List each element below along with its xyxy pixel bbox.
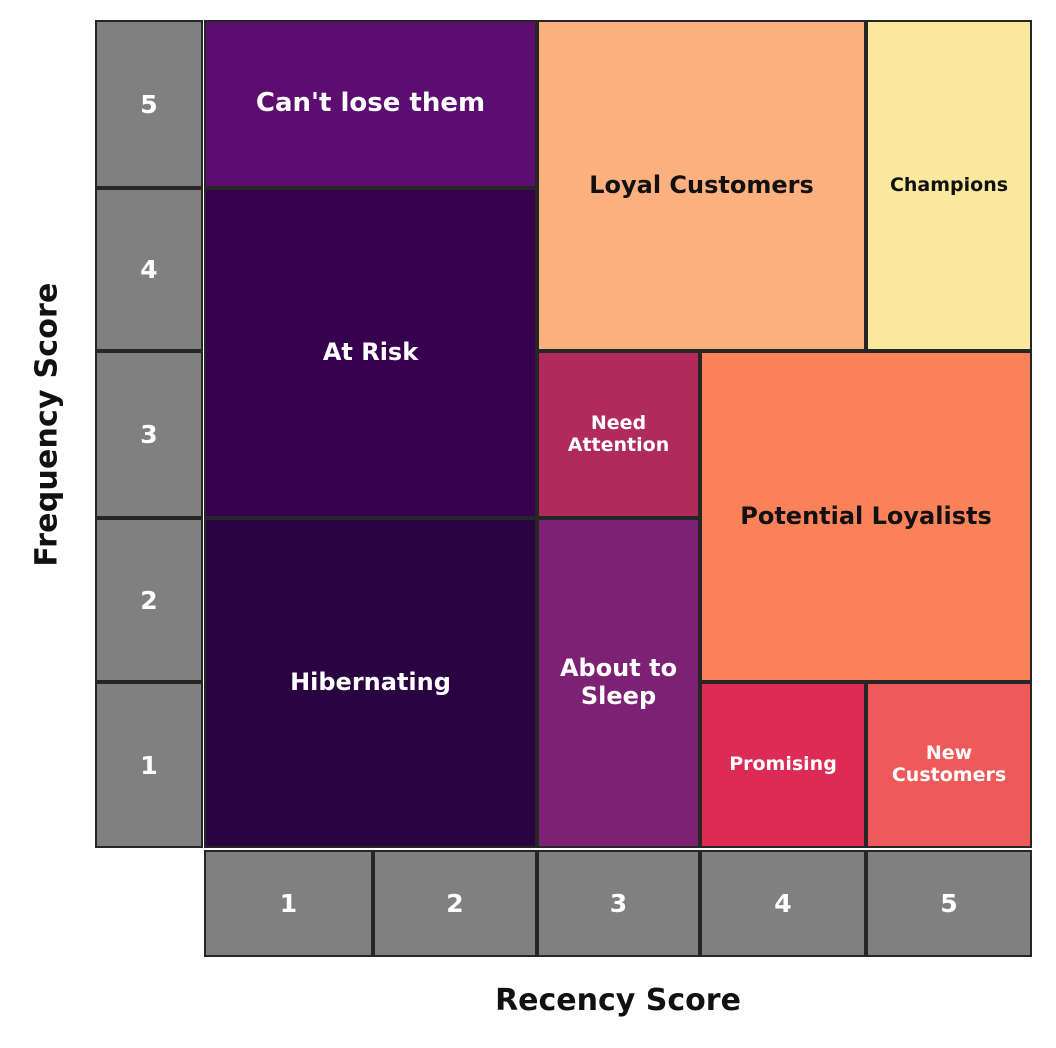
segment-need-attention[interactable]: Need Attention xyxy=(537,351,700,518)
segment-hibernating[interactable]: Hibernating xyxy=(204,518,537,848)
segment-label: At Risk xyxy=(322,338,419,367)
y-axis-tick-label: 3 xyxy=(140,420,158,449)
segment-label: Hibernating xyxy=(290,668,451,697)
x-axis-tick-5: 5 xyxy=(866,850,1032,957)
y-axis-tick-3: 3 xyxy=(95,351,203,518)
segment-label: Champions xyxy=(889,173,1009,196)
x-axis-tick-label: 4 xyxy=(774,889,792,918)
segment-label: Potential Loyalists xyxy=(740,501,992,530)
x-axis-tick-label: 3 xyxy=(609,889,628,918)
y-axis-tick-2: 2 xyxy=(95,518,203,682)
y-axis-tick-label: 1 xyxy=(140,750,158,780)
y-axis-tick-label: 5 xyxy=(140,89,158,119)
segment-label: Can't lose them xyxy=(255,88,486,119)
segment-can-t-lose-them[interactable]: Can't lose them xyxy=(204,20,537,188)
segment-label: New Customers xyxy=(891,742,1007,786)
y-axis-tick-4: 4 xyxy=(95,188,203,351)
y-axis-tick-label: 4 xyxy=(140,255,158,284)
x-axis-tick-3: 3 xyxy=(537,850,700,957)
x-axis-tick-label: 5 xyxy=(940,889,958,918)
y-axis-tick-5: 5 xyxy=(95,20,203,188)
segment-label: Need Attention xyxy=(567,411,670,456)
segment-label: About to Sleep xyxy=(559,654,678,710)
y-axis-title-label: Frequency Score xyxy=(30,281,65,567)
x-axis-tick-label: 1 xyxy=(279,889,298,918)
segment-at-risk[interactable]: At Risk xyxy=(204,188,537,518)
y-axis-title: Frequency Score xyxy=(0,0,95,848)
segment-promising[interactable]: Promising xyxy=(700,682,866,848)
segment-champions[interactable]: Champions xyxy=(866,20,1032,351)
segment-new-customers[interactable]: New Customers xyxy=(866,682,1032,848)
x-axis-title-label: Recency Score xyxy=(495,982,741,1018)
y-axis-tick-1: 1 xyxy=(95,682,203,848)
segment-loyal-customers[interactable]: Loyal Customers xyxy=(537,20,866,351)
segment-label: Loyal Customers xyxy=(589,170,814,199)
segment-about-to-sleep[interactable]: About to Sleep xyxy=(537,518,700,848)
y-axis-tick-label: 2 xyxy=(140,585,158,615)
segment-potential-loyalists[interactable]: Potential Loyalists xyxy=(700,351,1032,682)
x-axis-title: Recency Score xyxy=(204,965,1032,1035)
x-axis-tick-2: 2 xyxy=(373,850,537,957)
x-axis-tick-4: 4 xyxy=(700,850,866,957)
rfm-segmentation-matrix: Frequency Score 5 4 3 2 1 Can't lose them At … xyxy=(0,0,1056,1048)
x-axis-tick-label: 2 xyxy=(446,889,464,918)
segment-label: Promising xyxy=(729,753,837,776)
x-axis-tick-1: 1 xyxy=(204,850,373,957)
